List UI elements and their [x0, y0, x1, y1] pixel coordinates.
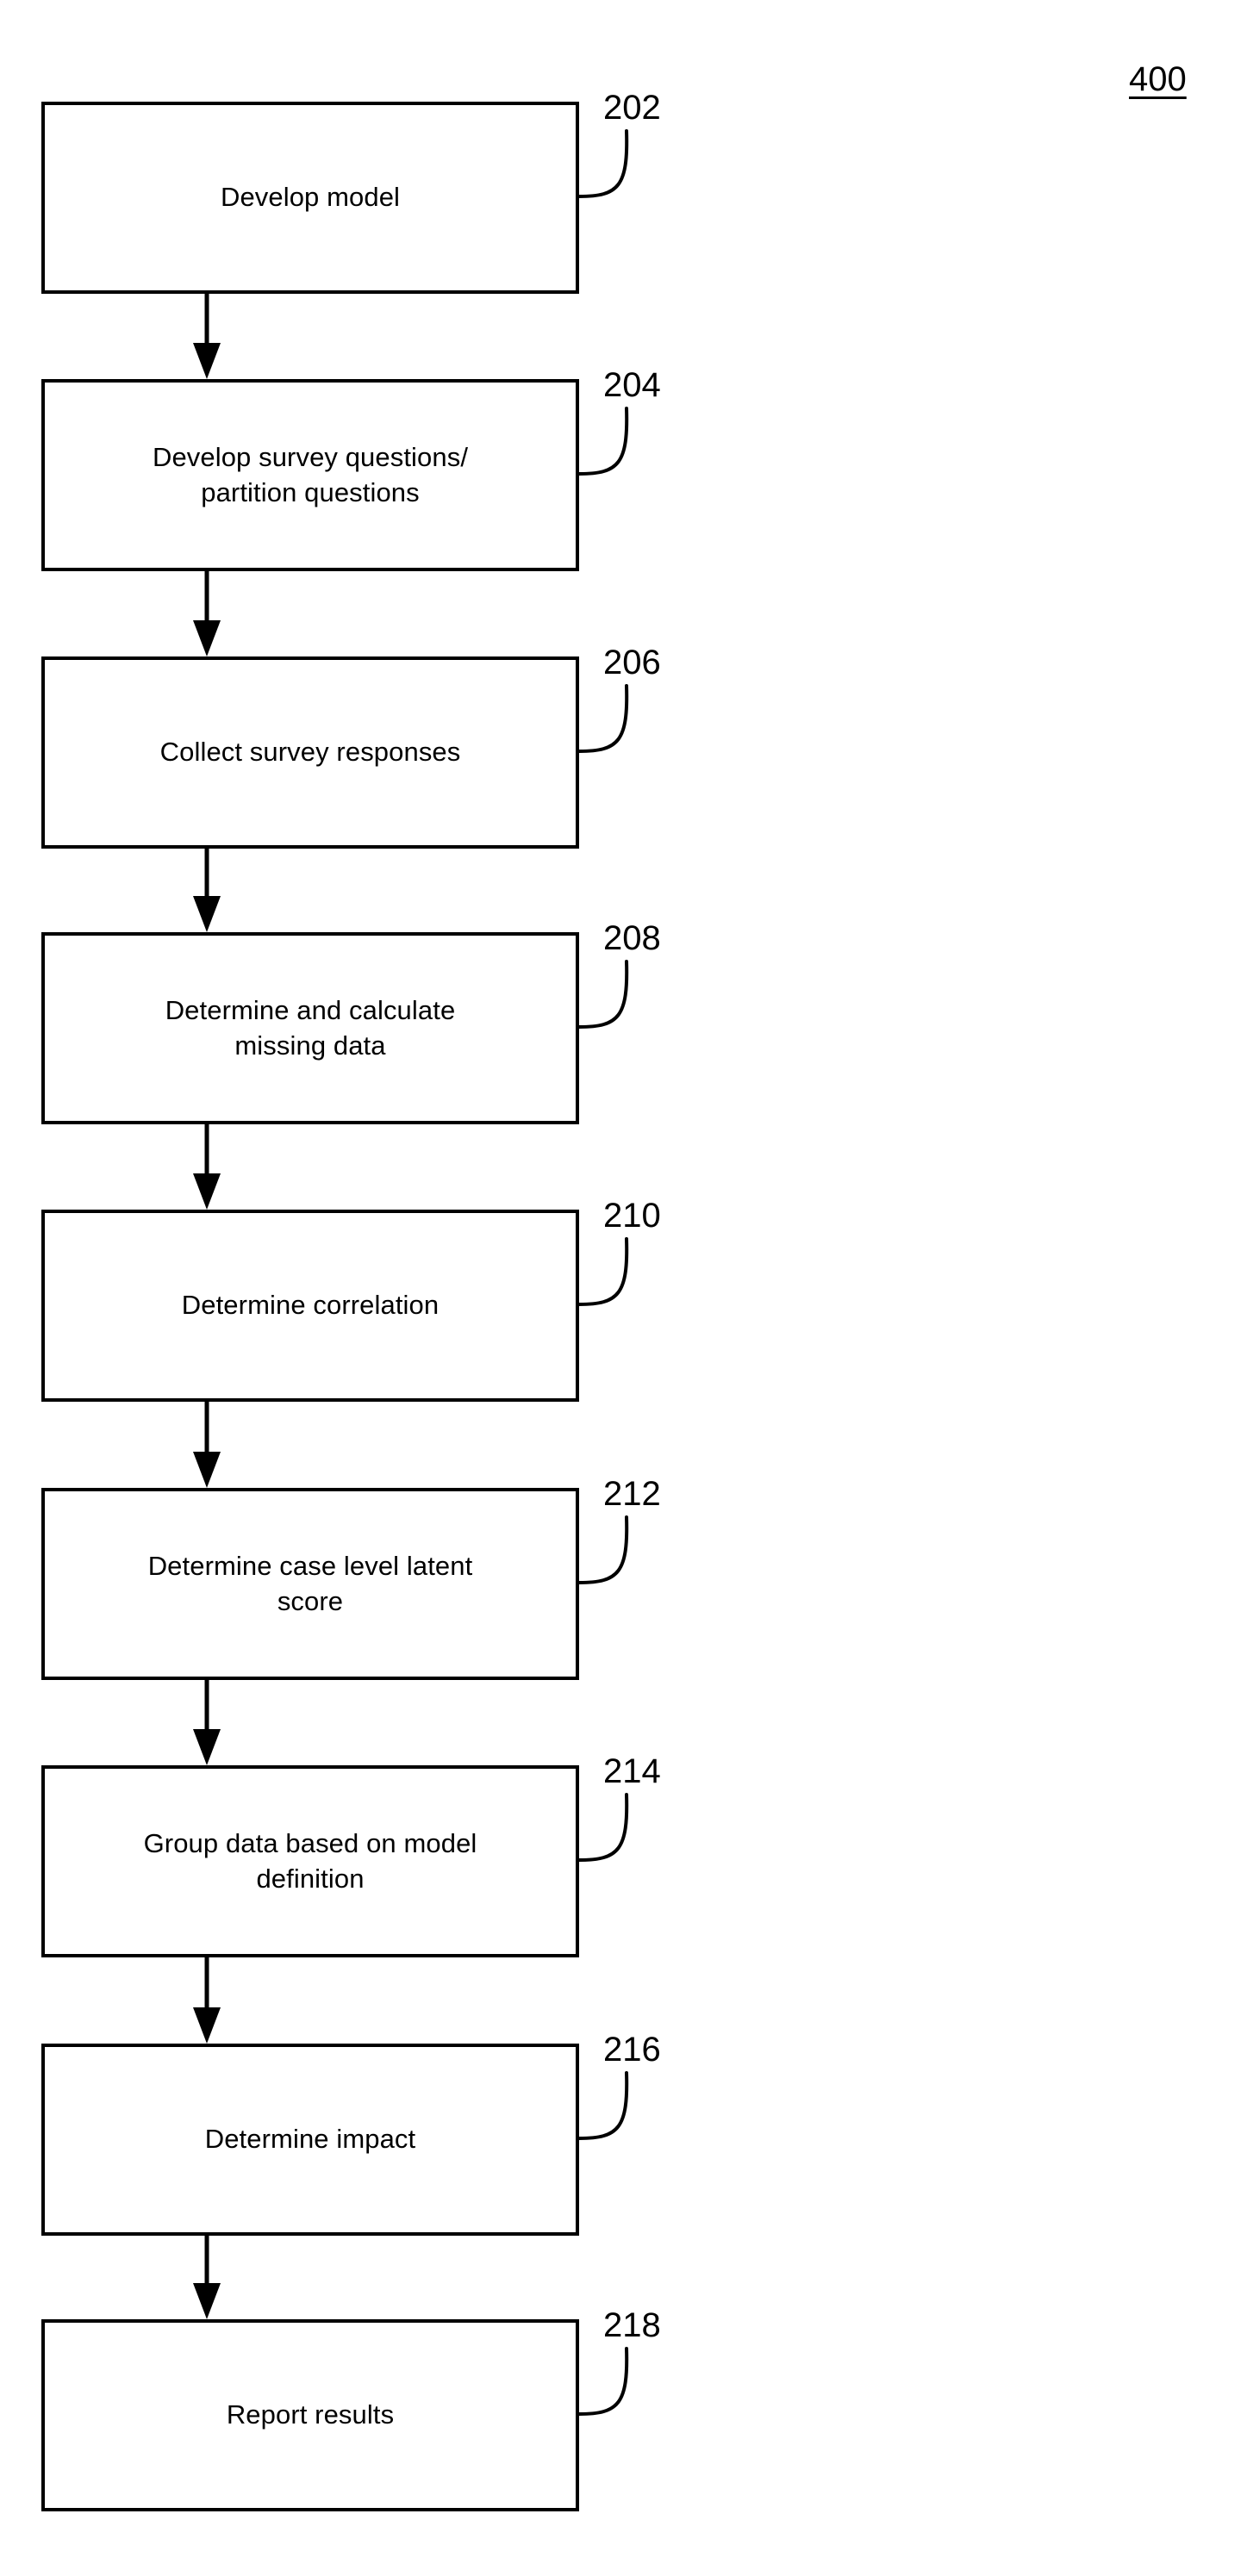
process-step-212: Determine case level latent score: [41, 1488, 579, 1680]
leader-line-218: [577, 2347, 629, 2416]
connector-arrowhead-214-216: [193, 2007, 221, 2044]
reference-numeral-212: 212: [603, 1475, 661, 1513]
connector-arrowhead-206-208: [193, 896, 221, 932]
reference-numeral-218: 218: [603, 2306, 661, 2344]
process-step-label: Determine impact: [204, 2124, 416, 2155]
process-step-216: Determine impact: [41, 2044, 579, 2236]
reference-numeral-216: 216: [603, 2031, 661, 2069]
figure-number-label: 400: [1129, 60, 1187, 98]
process-step-label: Report results: [226, 2399, 395, 2430]
connector-arrowhead-216-218: [193, 2283, 221, 2319]
process-step-label: Group data based on model definition: [143, 1828, 477, 1894]
process-step-label: Determine case level latent score: [147, 1551, 473, 1616]
leader-line-208: [577, 960, 629, 1029]
leader-line-206: [577, 684, 629, 753]
connector-arrowhead-204-206: [193, 620, 221, 656]
leader-line-214: [577, 1793, 629, 1862]
process-step-214: Group data based on model definition: [41, 1765, 579, 1957]
process-step-label: Develop survey questions/ partition ques…: [152, 442, 469, 507]
process-step-210: Determine correlation: [41, 1210, 579, 1402]
leader-line-204: [577, 407, 629, 476]
leader-line-202: [577, 129, 629, 198]
process-step-208: Determine and calculate missing data: [41, 932, 579, 1124]
reference-numeral-208: 208: [603, 919, 661, 957]
process-step-label: Determine correlation: [181, 1290, 440, 1321]
process-step-218: Report results: [41, 2319, 579, 2511]
reference-numeral-206: 206: [603, 644, 661, 681]
connector-arrowhead-208-210: [193, 1173, 221, 1210]
reference-numeral-202: 202: [603, 89, 661, 127]
reference-numeral-204: 204: [603, 366, 661, 404]
leader-line-216: [577, 2071, 629, 2140]
process-step-label: Collect survey responses: [159, 737, 461, 768]
leader-line-210: [577, 1237, 629, 1306]
connector-arrowhead-212-214: [193, 1729, 221, 1765]
connector-arrowhead-202-204: [193, 343, 221, 379]
process-step-202: Develop model: [41, 102, 579, 294]
reference-numeral-214: 214: [603, 1752, 661, 1790]
leader-line-212: [577, 1515, 629, 1584]
figure-canvas: 400 Develop model 202 Develop survey quest…: [0, 0, 1247, 2576]
process-step-204: Develop survey questions/ partition ques…: [41, 379, 579, 571]
process-step-label: Determine and calculate missing data: [165, 995, 456, 1061]
reference-numeral-210: 210: [603, 1197, 661, 1235]
process-step-206: Collect survey responses: [41, 656, 579, 849]
process-step-label: Develop model: [220, 182, 401, 213]
connector-arrowhead-210-212: [193, 1452, 221, 1488]
